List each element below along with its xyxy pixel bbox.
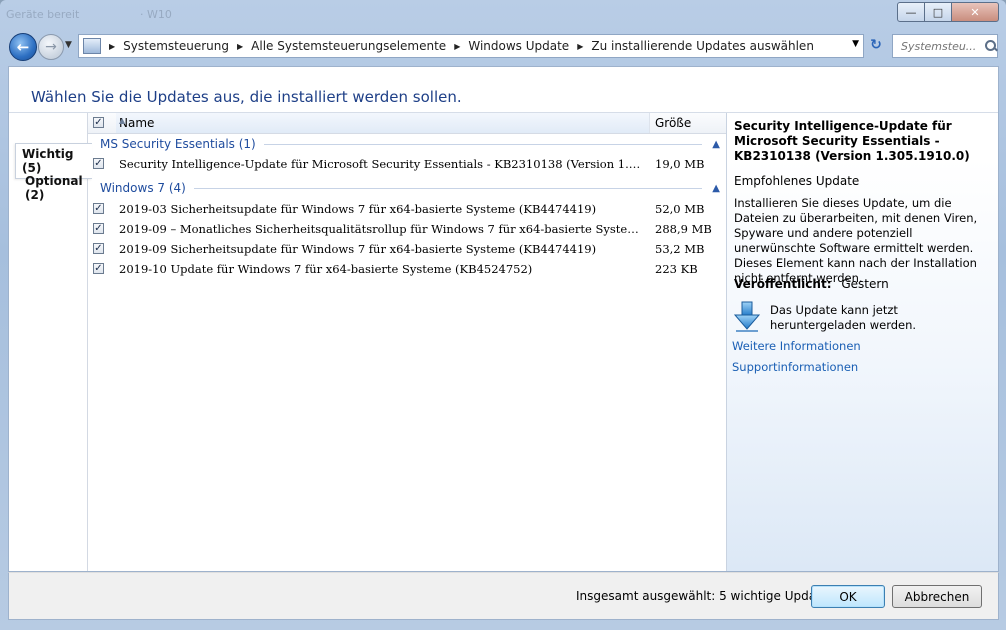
collapse-chevron-icon[interactable]: ▲ [712,183,720,194]
select-all-checkbox[interactable]: ✓ [93,117,104,128]
breadcrumb-item-alle-elemente[interactable]: Alle Systemsteuerungselemente [251,39,446,53]
more-info-link[interactable]: Weitere Informationen [732,339,861,353]
footer-bar: Insgesamt ausgewählt: 5 wichtige Updates… [8,572,999,620]
breadcrumb: ▶ Systemsteuerung ▶ Alle Systemsteuerung… [107,39,814,53]
title-ghost-text-2: · W10 [140,8,172,21]
breadcrumb-separator-icon[interactable]: ▶ [577,42,583,51]
group-header-ms-security-essentials[interactable]: MS Security Essentials (1) ▲ [100,137,720,151]
title-ghost-text: Geräte bereit [6,8,80,21]
breadcrumb-item-systemsteuerung[interactable]: Systemsteuerung [123,39,229,53]
update-name: 2019-03 Sicherheitsupdate für Windows 7 … [119,202,597,216]
title-bar[interactable]: Geräte bereit · W10 — □ ✕ [0,0,1006,28]
category-tabs: Wichtig (5) Optional (2) [9,113,92,571]
support-info-link[interactable]: Supportinformationen [732,360,858,374]
details-description: Installieren Sie dieses Update, um die D… [734,196,978,285]
group-divider [193,187,703,189]
update-list: ✓ Name ▲ Größe MS Security Essentials (1… [88,113,726,571]
close-button[interactable]: ✕ [951,2,999,22]
breadcrumb-item-windows-update[interactable]: Windows Update [468,39,569,53]
group-label: MS Security Essentials (1) [100,137,256,151]
update-size: 223 KB [655,262,698,276]
download-status-text: Das Update kann jetzt heruntergeladen we… [770,303,917,332]
search-icon[interactable] [985,40,997,52]
refresh-button[interactable]: ↻ [866,35,886,55]
update-name: 2019-09 – Monatliches Sicherheitsqualitä… [119,222,647,236]
main-content: Wählen Sie die Updates aus, die installi… [8,66,999,572]
address-dropdown-icon[interactable]: ▼ [852,39,859,49]
address-bar[interactable]: ▶ Systemsteuerung ▶ Alle Systemsteuerung… [78,34,864,58]
search-input[interactable] [899,38,983,54]
table-row[interactable]: ✓ 2019-03 Sicherheitsupdate für Windows … [88,200,726,220]
list-header: ✓ Name ▲ Größe [88,113,726,134]
minimize-icon: — [905,5,917,19]
update-name: Security Intelligence-Update für Microso… [119,157,647,171]
update-checkbox[interactable]: ✓ [93,223,104,234]
page-title: Wählen Sie die Updates aus, die installi… [31,88,462,106]
group-divider [263,143,703,145]
search-box[interactable] [892,34,998,58]
column-header-name[interactable]: Name ▲ [116,113,650,133]
breadcrumb-separator-icon[interactable]: ▶ [454,42,460,51]
download-arrow-icon [734,301,760,332]
tab-optional[interactable]: Optional (2) [19,171,89,205]
table-row[interactable]: ✓ 2019-09 Sicherheitsupdate für Windows … [88,240,726,260]
ok-button[interactable]: OK [811,585,885,608]
update-checkbox[interactable]: ✓ [93,243,104,254]
refresh-icon: ↻ [870,37,882,53]
published-label: Veröffentlicht: [734,277,832,291]
update-checkbox[interactable]: ✓ [93,158,104,169]
table-row[interactable]: ✓ 2019-09 – Monatliches Sicherheitsquali… [88,220,726,240]
arrow-right-icon: → [45,39,57,55]
collapse-chevron-icon[interactable]: ▲ [712,139,720,150]
window: Geräte bereit · W10 — □ ✕ ← → ▼ ▶ System… [0,0,1006,630]
update-name: 2019-10 Update für Windows 7 für x64-bas… [119,262,533,276]
update-size: 52,0 MB [655,202,705,216]
details-pane: Security Intelligence-Update für Microso… [726,113,998,571]
breadcrumb-separator-icon[interactable]: ▶ [237,42,243,51]
maximize-button[interactable]: □ [924,2,952,22]
update-name: 2019-09 Sicherheitsupdate für Windows 7 … [119,242,597,256]
details-published: Veröffentlicht: Gestern [734,277,889,291]
cancel-button[interactable]: Abbrechen [892,585,982,608]
update-size: 288,9 MB [655,222,712,236]
table-row[interactable]: ✓ 2019-10 Update für Windows 7 für x64-b… [88,260,726,280]
update-size: 19,0 MB [655,157,705,171]
selection-summary: Insgesamt ausgewählt: 5 wichtige Updates [576,589,835,603]
arrow-left-icon: ← [16,38,30,56]
update-checkbox[interactable]: ✓ [93,263,104,274]
details-subtitle: Empfohlenes Update [734,174,860,188]
forward-button[interactable]: → [38,34,64,60]
group-label: Windows 7 (4) [100,181,186,195]
update-checkbox[interactable]: ✓ [93,203,104,214]
history-dropdown-icon[interactable]: ▼ [65,40,72,50]
table-row[interactable]: ✓ Security Intelligence-Update für Micro… [88,155,726,175]
breadcrumb-separator-icon[interactable]: ▶ [109,42,115,51]
details-title: Security Intelligence-Update für Microso… [734,119,970,163]
column-header-size[interactable]: Größe [655,116,691,130]
maximize-icon: □ [932,5,944,19]
navigation-bar: ← → ▼ ▶ Systemsteuerung ▶ Alle Systemste… [0,30,1006,64]
minimize-button[interactable]: — [897,2,925,22]
back-button[interactable]: ← [9,33,37,61]
sort-ascending-icon: ▲ [119,116,126,125]
control-panel-icon [83,38,101,54]
close-icon: ✕ [970,5,980,19]
published-value: Gestern [841,277,889,291]
breadcrumb-item-current[interactable]: Zu installierende Updates auswählen [591,39,814,53]
update-size: 53,2 MB [655,242,705,256]
group-header-windows-7[interactable]: Windows 7 (4) ▲ [100,181,720,195]
